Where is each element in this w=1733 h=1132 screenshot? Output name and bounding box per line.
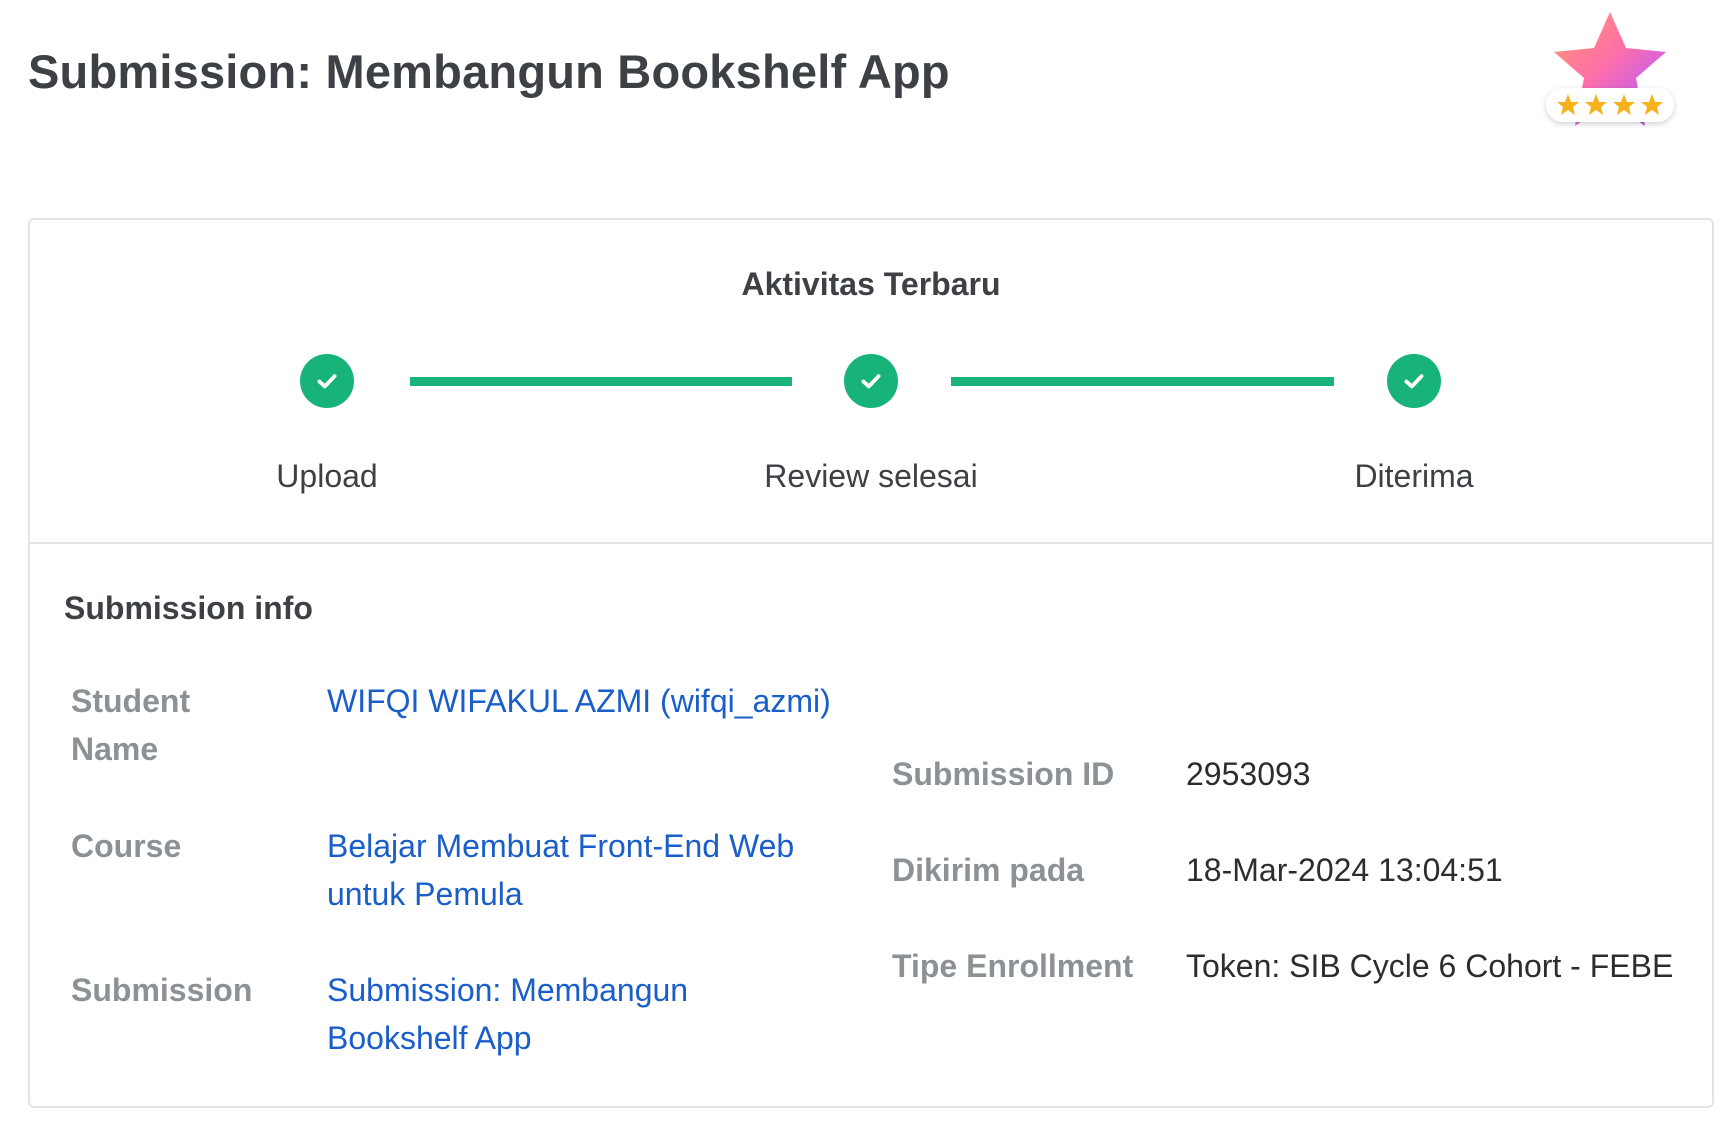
star-rating-badge-icon xyxy=(1540,8,1680,138)
submission-card: Aktivitas Terbaru Upload Review selesai … xyxy=(28,218,1714,1108)
step-review-check-icon xyxy=(844,354,898,408)
student-name-label-line2: Name xyxy=(71,731,159,767)
step-upload-check-icon xyxy=(300,354,354,408)
course-label: Course xyxy=(71,828,182,864)
submission-label: Submission xyxy=(71,972,253,1008)
submission-link-line1: Submission: Membangun xyxy=(327,972,689,1008)
step-connector-2 xyxy=(951,377,1334,386)
enrollment-type-label: Tipe Enrollment xyxy=(892,948,1134,984)
course-link-line2: untuk Pemula xyxy=(327,876,523,912)
step-connector-1 xyxy=(410,377,792,386)
submission-id-label: Submission ID xyxy=(892,756,1115,792)
activity-section: Aktivitas Terbaru Upload Review selesai … xyxy=(30,220,1712,544)
step-accepted-check-icon xyxy=(1387,354,1441,408)
submission-link-line2: Bookshelf App xyxy=(327,1020,532,1056)
sent-date-label: Dikirim pada xyxy=(892,852,1085,888)
student-name-label-line1: Student xyxy=(71,683,191,719)
step-label-upload: Upload xyxy=(276,458,378,494)
activity-title: Aktivitas Terbaru xyxy=(741,266,1001,302)
page-title: Submission: Membangun Bookshelf App xyxy=(28,45,950,98)
course-link[interactable]: Belajar Membuat Front-End Web untuk Pemu… xyxy=(327,822,794,918)
student-name-label: Student Name xyxy=(71,677,190,773)
sent-date-value: 18-Mar-2024 13:04:51 xyxy=(1186,852,1503,888)
submission-info-title: Submission info xyxy=(64,590,313,626)
step-label-review: Review selesai xyxy=(764,458,978,494)
submission-id-value: 2953093 xyxy=(1186,756,1311,792)
step-label-accepted: Diterima xyxy=(1354,458,1474,494)
submission-link[interactable]: Submission: Membangun Bookshelf App xyxy=(327,966,688,1062)
course-link-line1: Belajar Membuat Front-End Web xyxy=(327,828,795,864)
enrollment-type-value: Token: SIB Cycle 6 Cohort - FEBE xyxy=(1186,948,1674,984)
student-name-link[interactable]: WIFQI WIFAKUL AZMI (wifqi_azmi) xyxy=(327,677,831,725)
